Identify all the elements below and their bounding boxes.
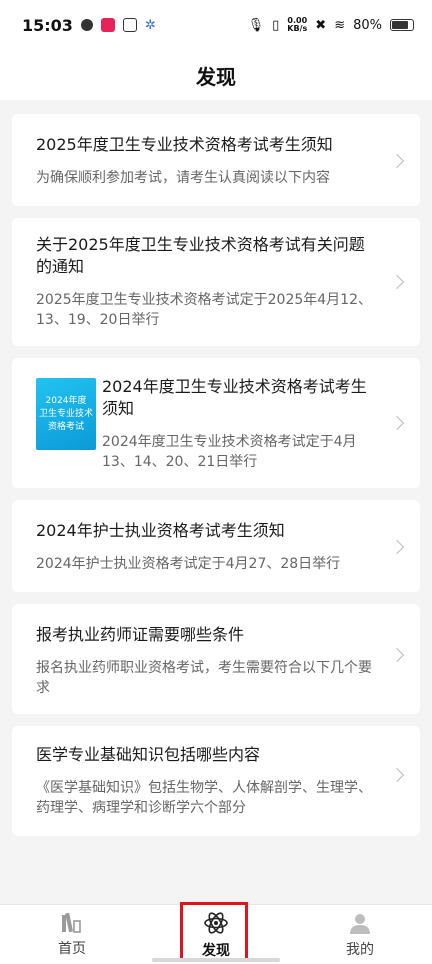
article-title: 2025年度卫生专业技术资格考试考生须知 — [36, 135, 333, 154]
chevron-right-icon — [389, 415, 405, 431]
article-title: 2024年护士执业资格考试考生须知 — [36, 521, 285, 540]
home-indicator[interactable] — [152, 958, 280, 962]
status-bar: 15:03 ✲ 🎙 ▯ 0.00 KB/s ✖ ≋ 80% — [0, 0, 432, 50]
chevron-right-icon — [389, 539, 405, 555]
net-speed-unit: KB/s — [287, 24, 308, 33]
article-card[interactable]: 2024年度 卫生专业技术 资格考试 2024年度卫生专业技术资格考试考生须知 … — [12, 358, 420, 488]
article-desc: 为确保顺利参加考试，请考生认真阅读以下内容 — [36, 170, 330, 186]
app-notification-icon — [100, 18, 115, 32]
article-card[interactable]: 报考执业药师证需要哪些条件 报名执业药师职业资格考试，考生需要符合以下几个要求 — [12, 604, 420, 714]
chevron-right-icon — [389, 153, 405, 169]
battery-icon — [390, 19, 414, 31]
home-books-icon — [62, 912, 81, 933]
nav-header: 发现 — [0, 50, 432, 100]
mic-icon: 🎙 — [247, 17, 265, 33]
wifi-icon: ≋ — [334, 17, 346, 33]
page-title: 发现 — [196, 64, 236, 89]
article-card[interactable]: 2025年度卫生专业技术资格考试考生须知 为确保顺利参加考试，请考生认真阅读以下… — [12, 114, 420, 206]
article-thumbnail: 2024年度 卫生专业技术 资格考试 — [36, 378, 96, 450]
app-notification-icon — [122, 18, 137, 32]
app-notification-icon — [80, 19, 93, 31]
chevron-right-icon — [389, 274, 405, 290]
thumb-text: 资格考试 — [47, 421, 84, 432]
article-desc: 2025年度卫生专业技术资格考试定于2025年4月12、13、19、20日举行 — [36, 292, 372, 328]
article-title: 报考执业药师证需要哪些条件 — [36, 625, 245, 644]
chevron-right-icon — [389, 647, 405, 663]
article-desc: 2024年度卫生专业技术资格考试定于4月13、14、20、21日举行 — [102, 434, 357, 470]
battery-text: 80% — [353, 17, 382, 33]
thumb-text: 卫生专业技术 — [38, 408, 93, 419]
app-notification-icon: ✲ — [144, 17, 156, 33]
article-card[interactable]: 关于2025年度卫生专业技术资格考试有关问题的通知 2025年度卫生专业技术资格… — [12, 218, 420, 346]
net-speed: 0.00 KB/s — [287, 17, 307, 33]
highlight-annotation-box — [180, 902, 248, 962]
thumb-text: 2024年度 — [45, 395, 87, 406]
article-title: 医学专业基础知识包括哪些内容 — [36, 745, 261, 764]
article-title: 2024年度卫生专业技术资格考试考生须知 — [102, 377, 367, 418]
article-title: 关于2025年度卫生专业技术资格考试有关问题的通知 — [36, 235, 365, 276]
tab-home[interactable]: 首页 — [12, 905, 132, 964]
article-card[interactable]: 2024年护士执业资格考试考生须知 2024年护士执业资格考试定于4月27、28… — [12, 500, 420, 592]
status-time: 15:03 — [22, 15, 73, 35]
article-desc: 报名执业药师职业资格考试，考生需要符合以下几个要求 — [36, 660, 372, 696]
tab-label: 首页 — [58, 941, 86, 957]
sim-off-icon: ✖ — [315, 17, 327, 33]
article-desc: 2024年护士执业资格考试定于4月27、28日举行 — [36, 556, 341, 572]
article-card[interactable]: 医学专业基础知识包括哪些内容 《医学基础知识》包括生物学、人体解剖学、生理学、药… — [12, 726, 420, 836]
tab-mine[interactable]: 我的 — [300, 905, 420, 964]
chevron-right-icon — [389, 767, 405, 783]
tab-label: 我的 — [346, 942, 374, 958]
article-desc: 《医学基础知识》包括生物学、人体解剖学、生理学、药理学、病理学和诊断学六个部分 — [36, 780, 372, 816]
user-icon — [350, 914, 370, 934]
vibrate-icon: ▯ — [272, 17, 280, 33]
